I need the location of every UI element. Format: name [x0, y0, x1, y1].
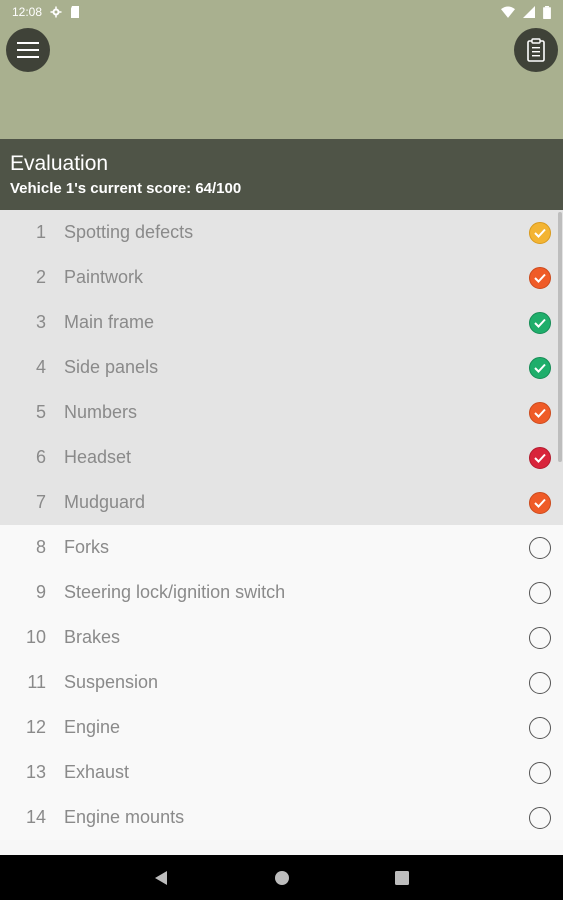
- home-circle-icon: [275, 870, 289, 885]
- recents-square-icon: [395, 870, 409, 885]
- sd-card-icon: [71, 6, 80, 18]
- item-number: 2: [35, 267, 46, 287]
- clipboard-button[interactable]: [514, 28, 558, 72]
- battery-icon: [543, 5, 551, 19]
- item-label: Brakes: [64, 627, 121, 647]
- item-number: 14: [25, 807, 46, 827]
- checklist-item[interactable]: 3 Main frame: [0, 300, 563, 345]
- checklist: 1 Spotting defects 2 Paintwork 3 Main frame 4 S…: [0, 210, 563, 855]
- navigation-bar: [0, 855, 563, 900]
- item-number: 3: [35, 312, 46, 332]
- item-label: Engine: [64, 717, 121, 737]
- item-label: Spotting defects: [64, 222, 194, 242]
- checklist-item[interactable]: 10 Brakes: [0, 615, 563, 660]
- status-checkmark-icon[interactable]: [529, 446, 551, 469]
- item-number: 1: [35, 222, 46, 242]
- status-empty-circle-icon[interactable]: [529, 626, 551, 649]
- status-empty-circle-icon[interactable]: [529, 581, 551, 604]
- status-empty-circle-icon[interactable]: [529, 536, 551, 559]
- item-number: 13: [25, 762, 46, 782]
- checklist-item[interactable]: 6 Headset: [0, 435, 563, 480]
- hamburger-menu-icon: [17, 42, 39, 58]
- back-button[interactable]: [131, 855, 191, 900]
- status-bar: 12:08: [0, 0, 563, 24]
- item-label: Engine mounts: [64, 807, 185, 827]
- status-checkmark-icon[interactable]: [529, 311, 551, 334]
- item-label: Mudguard: [64, 492, 146, 512]
- clipboard-icon: [527, 38, 545, 62]
- scrollbar[interactable]: [558, 212, 562, 462]
- item-label: Steering lock/ignition switch: [64, 582, 286, 602]
- item-number: 10: [25, 627, 46, 647]
- item-number: 8: [35, 537, 46, 557]
- item-number: 6: [35, 447, 46, 467]
- recents-button[interactable]: [372, 855, 432, 900]
- back-triangle-icon: [155, 870, 167, 885]
- item-number: 5: [35, 402, 46, 422]
- status-empty-circle-icon[interactable]: [529, 671, 551, 694]
- item-label: Headset: [64, 447, 132, 467]
- item-label: Side panels: [64, 357, 159, 377]
- checklist-item[interactable]: 13 Exhaust: [0, 750, 563, 795]
- item-number: 11: [27, 672, 46, 692]
- item-label: Paintwork: [64, 267, 144, 287]
- wifi-icon: [501, 6, 515, 18]
- status-checkmark-icon[interactable]: [529, 266, 551, 289]
- item-label: Forks: [64, 537, 109, 557]
- app-bar: [0, 24, 563, 139]
- item-label: Suspension: [64, 672, 159, 692]
- checklist-item[interactable]: 4 Side panels: [0, 345, 563, 390]
- status-empty-circle-icon[interactable]: [529, 761, 551, 784]
- status-empty-circle-icon[interactable]: [529, 716, 551, 739]
- item-label: Main frame: [64, 312, 155, 332]
- checklist-item[interactable]: 11 Suspension: [0, 660, 563, 705]
- status-empty-circle-icon[interactable]: [529, 806, 551, 829]
- item-label: Exhaust: [64, 762, 130, 782]
- item-number: 7: [35, 492, 46, 512]
- checklist-item[interactable]: 1 Spotting defects: [0, 210, 563, 255]
- item-number: 12: [25, 717, 46, 737]
- status-time: 12:08: [12, 5, 43, 19]
- signal-icon: [523, 6, 535, 18]
- evaluation-header: Evaluation Vehicle 1's current score: 64…: [0, 139, 563, 210]
- item-number: 4: [35, 357, 46, 377]
- checklist-item[interactable]: 2 Paintwork: [0, 255, 563, 300]
- status-checkmark-icon[interactable]: [529, 356, 551, 379]
- checklist-item[interactable]: 12 Engine: [0, 705, 563, 750]
- status-checkmark-icon[interactable]: [529, 221, 551, 244]
- menu-button[interactable]: [6, 28, 50, 72]
- checklist-item[interactable]: 7 Mudguard: [0, 480, 563, 525]
- checklist-item[interactable]: 9 Steering lock/ignition switch: [0, 570, 563, 615]
- checklist-item[interactable]: 8 Forks: [0, 525, 563, 570]
- home-button[interactable]: [252, 855, 312, 900]
- item-number: 9: [35, 582, 46, 602]
- checklist-item[interactable]: 5 Numbers: [0, 390, 563, 435]
- gear-icon: [50, 6, 62, 18]
- item-label: Numbers: [64, 402, 138, 422]
- evaluation-title: Evaluation: [10, 152, 109, 175]
- status-checkmark-icon[interactable]: [529, 491, 551, 514]
- vehicle-score: Vehicle 1's current score: 64/100: [10, 180, 242, 197]
- checklist-item[interactable]: 14 Engine mounts: [0, 795, 563, 840]
- status-checkmark-icon[interactable]: [529, 401, 551, 424]
